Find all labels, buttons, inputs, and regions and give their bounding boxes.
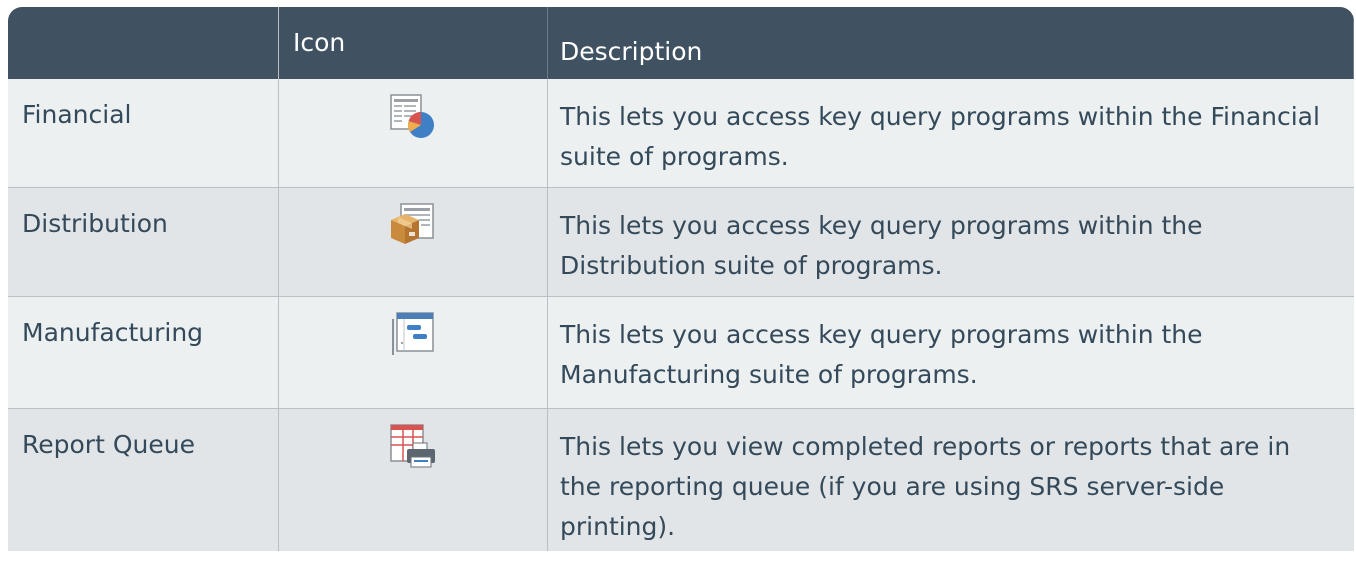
- row-icon-cell: [278, 297, 548, 409]
- header-icon: Icon: [278, 7, 548, 79]
- report-queue-icon: [389, 423, 437, 551]
- row-name-report-queue: Report Queue: [8, 409, 278, 551]
- distribution-query-icon: [389, 202, 437, 296]
- icon-description-table: Icon Description Financial This lets you…: [8, 7, 1354, 578]
- manufacturing-query-icon: [389, 311, 437, 408]
- row-icon-cell: [278, 188, 548, 297]
- row-name-financial: Financial: [8, 79, 278, 188]
- header-name: [8, 7, 278, 79]
- financial-query-icon: [389, 93, 437, 187]
- row-icon-cell: [278, 409, 548, 551]
- row-description-financial: This lets you access key query programs …: [548, 79, 1354, 188]
- row-icon-cell: [278, 79, 548, 188]
- row-name-distribution: Distribution: [8, 188, 278, 297]
- header-description: Description: [548, 7, 1354, 79]
- row-description-manufacturing: This lets you access key query programs …: [548, 297, 1354, 409]
- row-description-report-queue: This lets you view completed reports or …: [548, 409, 1354, 551]
- row-description-distribution: This lets you access key query programs …: [548, 188, 1354, 297]
- row-name-manufacturing: Manufacturing: [8, 297, 278, 409]
